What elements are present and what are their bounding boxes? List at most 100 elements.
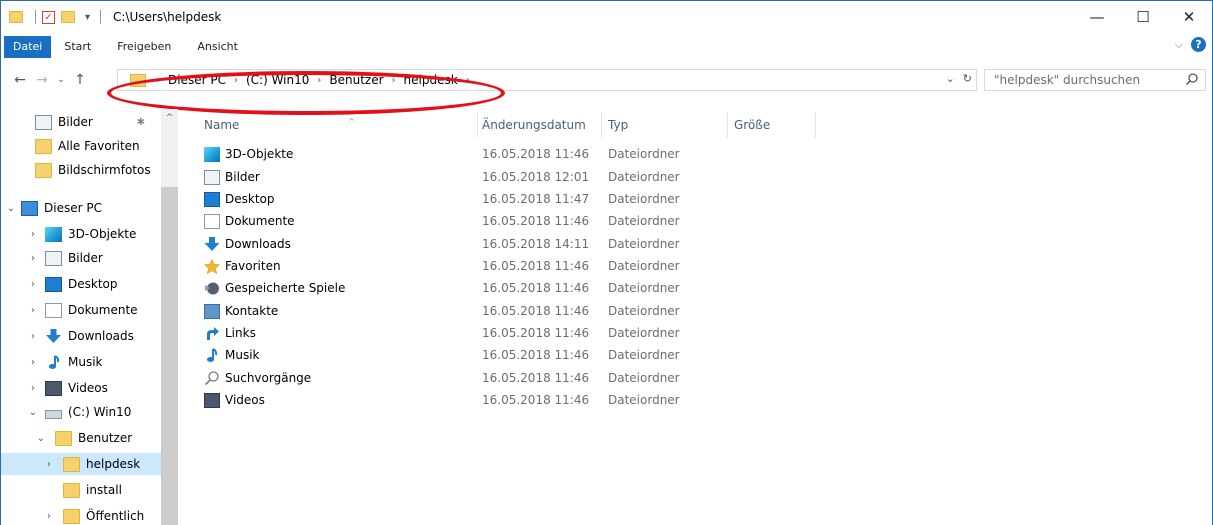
sidebar-item-alle-favoriten[interactable]: Alle Favoriten	[1, 135, 161, 157]
collapsed-chevron-icon[interactable]: ›	[43, 459, 55, 470]
collapsed-chevron-icon[interactable]: ›	[27, 357, 39, 368]
sidebar-scrollbar-thumb[interactable]	[161, 187, 178, 525]
table-row[interactable]: Bilder 16.05.2018 12:01 Dateiordner	[198, 166, 798, 188]
tab-ansicht[interactable]: Ansicht	[184, 36, 251, 58]
column-header-date[interactable]: Änderungsdatum	[476, 112, 602, 138]
pin-icon[interactable]: ✱	[137, 117, 145, 128]
properties-check-icon[interactable]: ✓	[42, 10, 55, 24]
file-name: Links	[225, 326, 256, 340]
sidebar-item-label: helpdesk	[86, 457, 141, 471]
collapsed-chevron-icon[interactable]: ›	[27, 383, 39, 394]
help-button[interactable]: ?	[1191, 37, 1206, 52]
refresh-icon[interactable]: ↻	[963, 72, 972, 85]
column-header-type[interactable]: Typ	[602, 112, 728, 138]
address-bar[interactable]: › Dieser PC › (C:) Win10 › Benutzer › he…	[117, 69, 977, 91]
expand-ribbon-chevron-icon[interactable]: ⌵	[1175, 38, 1183, 52]
collapsed-chevron-icon[interactable]: ›	[43, 511, 55, 522]
new-folder-icon[interactable]	[61, 11, 75, 23]
drive-icon	[45, 409, 62, 419]
table-row[interactable]: Suchvorgänge 16.05.2018 11:46 Dateiordne…	[198, 367, 798, 389]
breadcrumb-helpdesk[interactable]: helpdesk	[404, 73, 458, 87]
file-type: Dateiordner	[608, 259, 680, 273]
file-type: Dateiordner	[608, 147, 680, 161]
column-header-size[interactable]: Größe	[728, 112, 816, 138]
file-date: 16.05.2018 11:46	[482, 259, 590, 273]
minimize-button[interactable]: —	[1074, 1, 1120, 33]
table-row[interactable]: Videos 16.05.2018 11:46 Dateiordner	[198, 389, 798, 411]
expanded-chevron-icon[interactable]: ⌄	[5, 203, 17, 214]
table-row[interactable]: Downloads 16.05.2018 14:11 Dateiordner	[198, 233, 798, 255]
collapsed-chevron-icon[interactable]: ›	[27, 279, 39, 290]
sort-ascending-icon: ^	[348, 117, 355, 126]
sidebar-item-desktop[interactable]: › Desktop	[1, 273, 161, 295]
sidebar-item-bilder[interactable]: › Bilder	[1, 247, 161, 269]
sidebar-item-downloads[interactable]: › Downloads	[1, 325, 161, 347]
close-button[interactable]: ✕	[1166, 1, 1212, 33]
sidebar-item-dieser-pc[interactable]: ⌄ Dieser PC	[1, 197, 161, 219]
sidebar-item-label: (C:) Win10	[68, 405, 132, 419]
sidebar-item-label: Dieser PC	[44, 201, 102, 215]
this-pc-icon	[21, 200, 38, 216]
file-date: 16.05.2018 14:11	[482, 237, 590, 251]
file-name: Favoriten	[225, 259, 281, 273]
sidebar-item-helpdesk[interactable]: › helpdesk	[1, 453, 161, 475]
breadcrumb-separator-icon[interactable]: ›	[234, 75, 238, 86]
back-arrow-icon[interactable]: ←	[9, 72, 31, 88]
customize-toolbar-arrow-icon[interactable]: ▾	[85, 12, 90, 23]
sidebar-item-musik[interactable]: › Musik	[1, 351, 161, 373]
sidebar-item-drive-c[interactable]: ⌄ (C:) Win10	[1, 401, 161, 423]
breadcrumb-drive-c[interactable]: (C:) Win10	[246, 73, 309, 87]
pictures-icon	[35, 114, 52, 130]
desktop-icon	[45, 276, 62, 292]
breadcrumb-benutzer[interactable]: Benutzer	[329, 73, 383, 87]
breadcrumb-separator-icon[interactable]: ›	[392, 75, 396, 86]
sidebar-item-bildschirmfotos[interactable]: Bildschirmfotos	[1, 159, 161, 181]
sidebar-item-videos[interactable]: › Videos	[1, 377, 161, 399]
file-date: 16.05.2018 11:46	[482, 147, 590, 161]
tab-datei[interactable]: Datei	[4, 36, 52, 58]
table-row[interactable]: Gespeicherte Spiele 16.05.2018 11:46 Dat…	[198, 277, 798, 299]
collapsed-chevron-icon[interactable]: ›	[27, 229, 39, 240]
file-type: Dateiordner	[608, 214, 680, 228]
quick-access-toolbar: ✓ ▾	[9, 10, 107, 24]
sidebar-item-oeffentlich[interactable]: › Öffentlich	[1, 505, 161, 525]
sidebar-item-3d-objekte[interactable]: › 3D-Objekte	[1, 223, 161, 245]
table-row[interactable]: Dokumente 16.05.2018 11:46 Dateiordner	[198, 210, 798, 232]
sidebar-item-dokumente[interactable]: › Dokumente	[1, 299, 161, 321]
tab-start[interactable]: Start	[51, 36, 104, 58]
forward-arrow-icon[interactable]: →	[31, 72, 53, 88]
tab-freigeben[interactable]: Freigeben	[104, 36, 184, 58]
sidebar-item-install[interactable]: install	[1, 479, 161, 501]
downloads-icon	[204, 236, 220, 251]
table-row[interactable]: Desktop 16.05.2018 11:47 Dateiordner	[198, 188, 798, 210]
table-row[interactable]: Links 16.05.2018 11:46 Dateiordner	[198, 322, 798, 344]
breadcrumb-separator-icon[interactable]: ›	[466, 75, 470, 86]
breadcrumb-separator-icon[interactable]: ›	[156, 75, 160, 86]
pictures-icon	[45, 250, 62, 266]
table-row[interactable]: Musik 16.05.2018 11:46 Dateiordner	[198, 344, 798, 366]
breadcrumb-this-pc[interactable]: Dieser PC	[168, 73, 226, 87]
table-row[interactable]: Favoriten 16.05.2018 11:46 Dateiordner	[198, 255, 798, 277]
address-history-dropdown-icon[interactable]: ⌄	[946, 72, 955, 85]
expanded-chevron-icon[interactable]: ⌄	[35, 433, 47, 444]
sidebar-item-bilder-favorite[interactable]: Bilder ✱	[1, 111, 161, 133]
collapsed-chevron-icon[interactable]: ›	[27, 305, 39, 316]
collapsed-chevron-icon[interactable]: ›	[27, 331, 39, 342]
maximize-button[interactable]: ☐	[1120, 1, 1166, 33]
favorites-star-icon	[204, 258, 220, 274]
sidebar-item-benutzer[interactable]: ⌄ Benutzer	[1, 427, 161, 449]
collapsed-chevron-icon[interactable]: ›	[27, 253, 39, 264]
expanded-chevron-icon[interactable]: ⌄	[27, 407, 39, 418]
file-name: Kontakte	[225, 304, 279, 318]
scroll-up-arrow-icon[interactable]: ^	[161, 113, 178, 123]
search-icon[interactable]	[1185, 72, 1199, 86]
table-row[interactable]: Kontakte 16.05.2018 11:46 Dateiordner	[198, 300, 798, 322]
links-icon	[207, 326, 219, 340]
table-row[interactable]: 3D-Objekte 16.05.2018 11:46 Dateiordner	[198, 143, 798, 165]
file-type: Dateiordner	[608, 393, 680, 407]
recent-locations-chevron-icon[interactable]: ⌄	[53, 75, 69, 85]
column-header-name[interactable]: Name ^	[198, 112, 478, 138]
breadcrumb-separator-icon[interactable]: ›	[317, 75, 321, 86]
search-box[interactable]: "helpdesk" durchsuchen	[984, 69, 1206, 91]
up-arrow-icon[interactable]: ↑	[69, 72, 91, 88]
